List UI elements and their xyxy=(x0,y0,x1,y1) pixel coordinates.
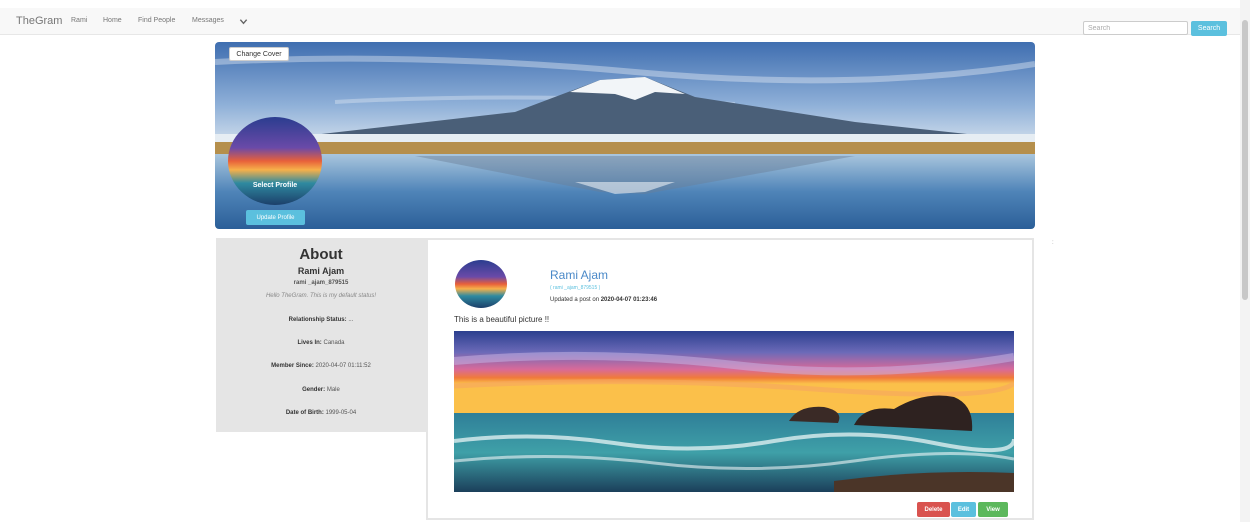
about-status: Hello TheGram. This is my default status… xyxy=(265,293,377,299)
field-label: Gender: xyxy=(302,387,326,393)
post-author-avatar[interactable] xyxy=(455,260,507,308)
member-since-row: Member Since: 2020-04-07 01:11:52 xyxy=(216,363,426,369)
cover-photo: Change Cover Select Profile Update Profi… xyxy=(215,42,1035,229)
field-label: Member Since: xyxy=(271,363,314,369)
nav-link-home[interactable]: Home xyxy=(103,17,122,24)
gender-row: Gender: Male xyxy=(216,387,426,393)
delete-post-button[interactable]: Delete xyxy=(917,502,950,517)
sunset-avatar-image xyxy=(228,117,322,205)
search-input[interactable] xyxy=(1083,21,1188,35)
top-navbar: TheGram Rami Home Find People Messages S… xyxy=(0,8,1240,36)
scrollbar-thumb[interactable] xyxy=(1242,20,1248,300)
field-value: 2020-04-07 01:11:52 xyxy=(315,363,371,369)
post-timestamp: 2020-04-07 01:23:46 xyxy=(600,297,658,303)
post-meta-prefix: Updated a post on xyxy=(550,297,600,303)
lives-in-row: Lives In: Canada xyxy=(216,340,426,346)
search-button[interactable]: Search xyxy=(1191,21,1227,36)
post-author-username: ( rami _ajam_879515 ) xyxy=(550,285,601,291)
seascape-sunset-image xyxy=(454,331,1014,492)
field-value: 1999-05-04 xyxy=(325,410,357,416)
select-profile-label[interactable]: Select Profile xyxy=(228,182,322,189)
field-label: Lives In: xyxy=(297,340,322,346)
date-of-birth-row: Date of Birth: 1999-05-04 xyxy=(216,410,426,416)
relationship-status-row: Relationship Status: ... xyxy=(216,317,426,323)
field-value: Male xyxy=(326,387,340,393)
post-card: Rami Ajam ( rami _ajam_879515 ) Updated … xyxy=(426,238,1034,520)
post-author-link[interactable]: Rami Ajam xyxy=(550,268,608,282)
mountain-lake-image xyxy=(215,42,1035,229)
separator-mark: : xyxy=(1052,240,1054,246)
field-value: ... xyxy=(348,317,354,323)
about-panel: About Rami Ajam rami _ajam_879515 Hello … xyxy=(216,238,426,432)
post-meta: Updated a post on 2020-04-07 01:23:46 xyxy=(550,297,657,303)
edit-post-button[interactable]: Edit xyxy=(951,502,976,517)
page-scrollbar[interactable] xyxy=(1240,0,1250,522)
post-image[interactable] xyxy=(454,331,1014,492)
field-value: Canada xyxy=(323,340,345,346)
sunset-avatar-image xyxy=(455,260,507,308)
update-profile-button[interactable]: Update Profile xyxy=(246,210,305,225)
view-post-button[interactable]: View xyxy=(978,502,1008,517)
nav-link-messages[interactable]: Messages xyxy=(192,17,224,24)
nav-link-profile[interactable]: Rami xyxy=(71,17,87,24)
post-text: This is a beautiful picture !! xyxy=(454,315,550,324)
change-cover-button[interactable]: Change Cover xyxy=(229,47,289,61)
chevron-down-icon[interactable] xyxy=(239,17,248,26)
about-heading: About xyxy=(299,246,343,263)
field-label: Date of Birth: xyxy=(285,410,324,416)
brand-logo[interactable]: TheGram xyxy=(16,15,62,27)
field-label: Relationship Status: xyxy=(288,317,347,323)
about-name: Rami Ajam xyxy=(297,266,345,276)
profile-picture[interactable]: Select Profile xyxy=(228,117,322,205)
nav-link-find-people[interactable]: Find People xyxy=(138,17,175,24)
about-username: rami _ajam_879515 xyxy=(293,280,349,286)
